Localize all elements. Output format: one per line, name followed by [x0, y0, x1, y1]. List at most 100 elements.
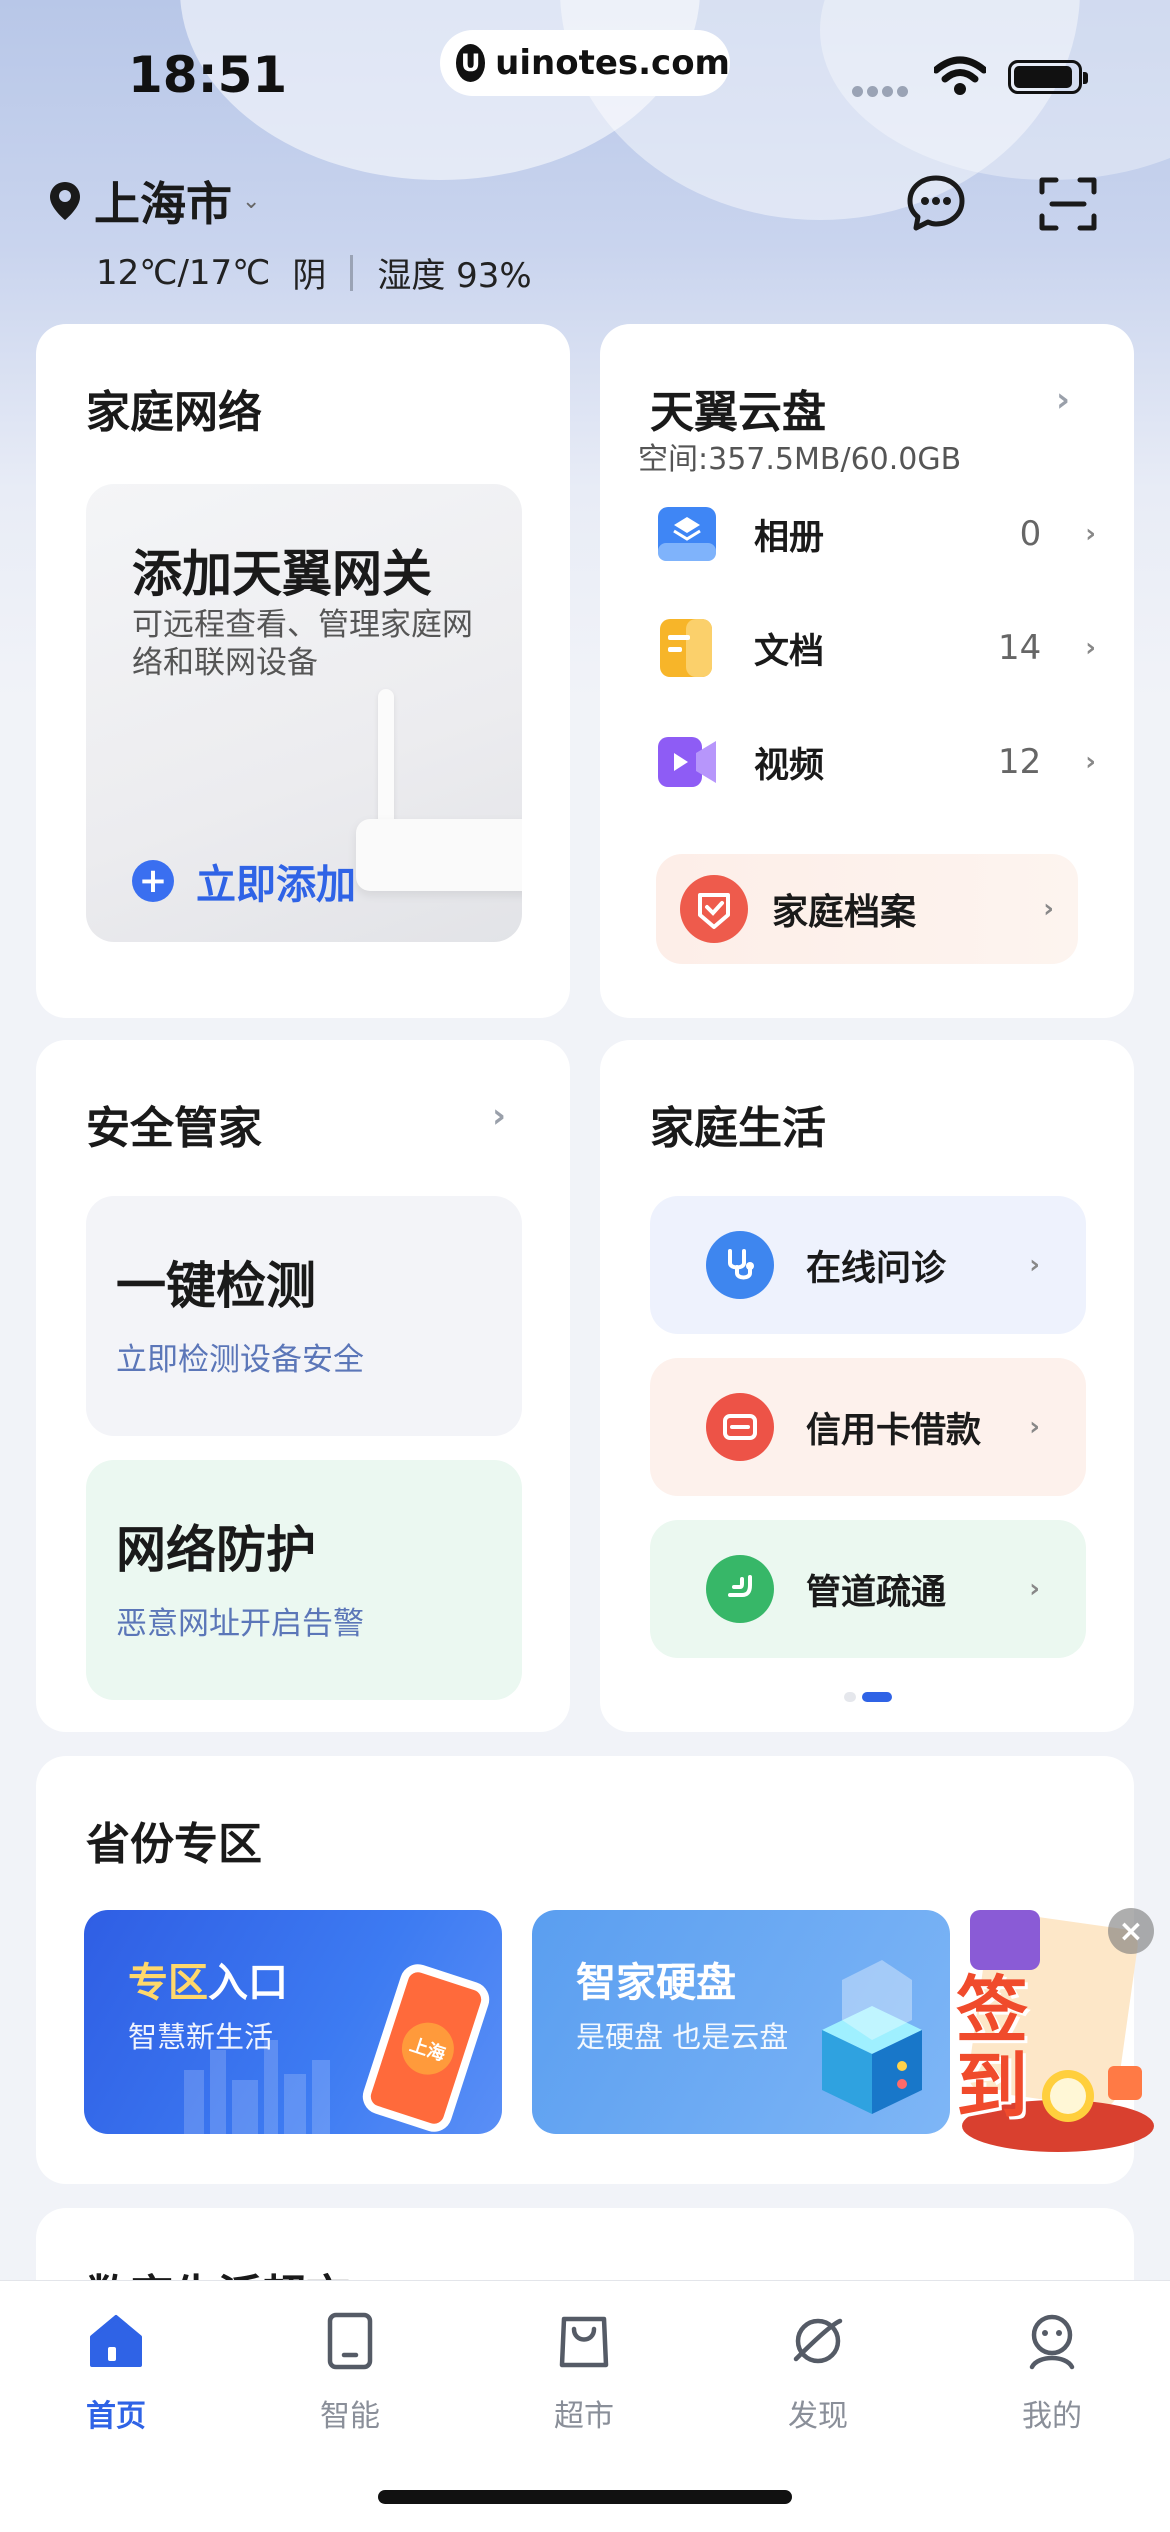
smart-disk-banner[interactable]: 智家硬盘 是硬盘 也是云盘	[532, 1910, 950, 2134]
cloud-item-label: 相册	[754, 517, 825, 558]
url-pill: U uinotes.com	[440, 30, 730, 96]
chevron-right-icon: ›	[1056, 380, 1071, 420]
network-protection-button[interactable]: 网络防护 恶意网址开启告警	[86, 1460, 522, 1700]
stethoscope-icon	[706, 1231, 774, 1299]
family-life-title: 家庭生活	[650, 1103, 826, 1154]
site-logo-icon: U	[456, 44, 486, 82]
nav-label: 发现	[788, 2399, 848, 2434]
nav-label: 我的	[1022, 2399, 1082, 2434]
humidity: 湿度 93%	[377, 256, 532, 296]
shopping-bag-icon	[559, 2316, 609, 2368]
banner-title: 智家硬盘	[576, 1960, 736, 2006]
profile-icon	[1029, 2314, 1075, 2370]
nav-smart[interactable]: 智能	[280, 2309, 420, 2435]
banner-title: 专区入口	[128, 1960, 288, 2006]
temperature: 12℃/17℃	[96, 252, 271, 293]
province-entry-banner[interactable]: 专区入口 智慧新生活 上海	[84, 1910, 502, 2134]
album-icon	[658, 507, 716, 561]
sign-in-label: 签到	[956, 1968, 1029, 2128]
weather-info: 12℃/17℃ 阴 湿度 93%	[96, 248, 532, 297]
cloud-item-count: 0	[1019, 514, 1042, 554]
nav-market[interactable]: 超市	[514, 2309, 654, 2435]
gateway-title: 添加天翼网关	[132, 545, 432, 603]
chevron-right-icon: ›	[1029, 1250, 1040, 1280]
router-image	[356, 819, 522, 891]
chevron-right-icon: ›	[1085, 633, 1096, 663]
cloud-item-document[interactable]: 文档 14 ›	[656, 608, 1096, 688]
chevron-down-icon: ⌄	[242, 188, 261, 214]
plus-icon: +	[132, 860, 174, 902]
life-item-label: 信用卡借款	[806, 1410, 982, 1451]
life-item-label: 在线问诊	[806, 1248, 947, 1289]
chevron-right-icon: ›	[1043, 894, 1054, 924]
cloud-item-count: 14	[998, 628, 1042, 668]
add-now-button[interactable]: + 立即添加	[132, 852, 356, 910]
check-subtitle: 立即检测设备安全	[116, 1342, 364, 1378]
cloud-item-video[interactable]: 视频 12 ›	[656, 722, 1096, 802]
location-pin-icon	[50, 182, 80, 220]
cloud-disk-title: 天翼云盘	[650, 387, 826, 438]
home-network-card: 家庭网络 添加天翼网关 可远程查看、管理家庭网络和联网设备 + 立即添加	[36, 324, 570, 1018]
status-bar: 18:51 U uinotes.com	[0, 0, 1170, 150]
home-indicator	[378, 2490, 792, 2504]
protect-title: 网络防护	[116, 1521, 316, 1579]
hard-disk-illustration	[822, 1960, 922, 2114]
one-click-check-button[interactable]: 一键检测 立即检测设备安全	[86, 1196, 522, 1436]
nav-home[interactable]: 首页	[46, 2309, 186, 2435]
document-icon	[660, 619, 712, 677]
cloud-disk-card[interactable]: 天翼云盘 › 空间:357.5MB/60.0GB 相册 0 › 文档 14 › …	[600, 324, 1134, 1018]
pipe-icon	[706, 1555, 774, 1623]
chevron-right-icon: ›	[1029, 1574, 1040, 1604]
weather-condition: 阴	[292, 256, 327, 296]
nav-label: 超市	[554, 2399, 614, 2434]
close-icon[interactable]: ×	[1108, 1908, 1154, 1954]
url-text: uinotes.com	[495, 43, 730, 83]
phone-badge: 上海	[395, 2015, 461, 2082]
family-archive-icon	[680, 875, 748, 943]
add-gateway-panel[interactable]: 添加天翼网关 可远程查看、管理家庭网络和联网设备 + 立即添加	[86, 484, 522, 942]
life-item-label: 管道疏通	[806, 1572, 947, 1613]
province-title: 省份专区	[86, 1819, 262, 1870]
video-icon	[658, 737, 716, 787]
nav-label: 首页	[86, 2399, 146, 2434]
credit-card-loan-button[interactable]: 信用卡借款 ›	[650, 1358, 1086, 1496]
signal-icon	[852, 82, 914, 97]
family-archive-button[interactable]: 家庭档案 ›	[656, 854, 1078, 964]
city-name: 上海市	[94, 177, 232, 231]
nav-profile[interactable]: 我的	[982, 2309, 1122, 2435]
pipe-dredge-button[interactable]: 管道疏通 ›	[650, 1520, 1086, 1658]
battery-icon	[1008, 60, 1088, 94]
home-network-title: 家庭网络	[86, 387, 262, 438]
home-icon	[90, 2315, 142, 2367]
security-title: 安全管家	[86, 1103, 262, 1154]
credit-card-icon	[706, 1393, 774, 1461]
message-icon[interactable]	[904, 172, 968, 236]
cloud-item-label: 视频	[754, 745, 825, 786]
chevron-right-icon: ›	[1085, 519, 1096, 549]
security-card: 安全管家 › 一键检测 立即检测设备安全 网络防护 恶意网址开启告警	[36, 1040, 570, 1732]
banner-subtitle: 是硬盘 也是云盘	[576, 2020, 789, 2054]
cloud-item-label: 文档	[754, 631, 825, 672]
add-now-label: 立即添加	[196, 862, 356, 908]
family-archive-label: 家庭档案	[772, 892, 917, 933]
nav-label: 智能	[320, 2399, 380, 2434]
scan-icon[interactable]	[1036, 172, 1100, 236]
wifi-icon	[934, 56, 986, 95]
family-life-card: 家庭生活 在线问诊 › 信用卡借款 › 管道疏通 ›	[600, 1040, 1134, 1732]
nav-discover[interactable]: 发现	[748, 2309, 888, 2435]
smart-device-icon	[327, 2312, 373, 2370]
protect-subtitle: 恶意网址开启告警	[116, 1606, 364, 1642]
cloud-space: 空间:357.5MB/60.0GB	[638, 442, 962, 477]
divider	[350, 254, 354, 291]
chevron-right-icon: ›	[1029, 1412, 1040, 1442]
discover-icon	[793, 2318, 843, 2364]
status-time: 18:51	[128, 46, 288, 104]
location-selector[interactable]: 上海市 ⌄	[48, 168, 260, 234]
gateway-description: 可远程查看、管理家庭网络和联网设备	[132, 607, 473, 681]
page-indicator	[844, 1692, 892, 1702]
chevron-right-icon[interactable]: ›	[492, 1096, 506, 1136]
cloud-item-album[interactable]: 相册 0 ›	[656, 494, 1096, 574]
banner-subtitle: 智慧新生活	[128, 2020, 274, 2054]
online-consult-button[interactable]: 在线问诊 ›	[650, 1196, 1086, 1334]
check-title: 一键检测	[116, 1257, 316, 1315]
